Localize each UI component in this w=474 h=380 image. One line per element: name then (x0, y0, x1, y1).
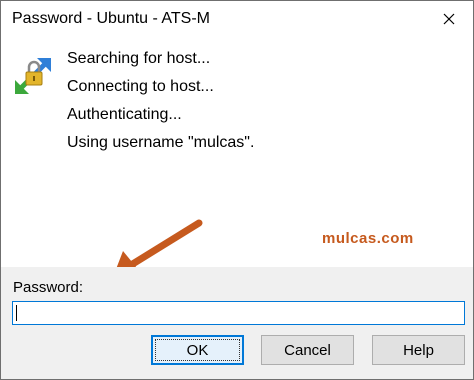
help-button[interactable]: Help (372, 335, 465, 365)
status-line: Using username "mulcas". (67, 134, 255, 151)
password-label: Password: (13, 279, 84, 296)
title-bar[interactable]: Password - Ubuntu - ATS-M (1, 1, 473, 37)
watermark-text: mulcas.com (322, 230, 414, 247)
status-line: Connecting to host... (67, 78, 214, 95)
password-input[interactable] (12, 301, 465, 325)
close-button[interactable] (431, 5, 467, 33)
text-caret (16, 305, 17, 321)
close-icon (443, 13, 455, 25)
putty-lock-connection-icon (15, 58, 51, 94)
status-line: Searching for host... (67, 50, 211, 67)
ok-button[interactable]: OK (151, 335, 244, 365)
window-title: Password - Ubuntu - ATS-M (12, 10, 210, 27)
password-dialog: Password - Ubuntu - ATS-M Searching for … (0, 0, 474, 380)
status-line: Authenticating... (67, 106, 182, 123)
status-messages: Searching for host... Connecting to host… (67, 45, 254, 157)
cancel-button[interactable]: Cancel (261, 335, 354, 365)
